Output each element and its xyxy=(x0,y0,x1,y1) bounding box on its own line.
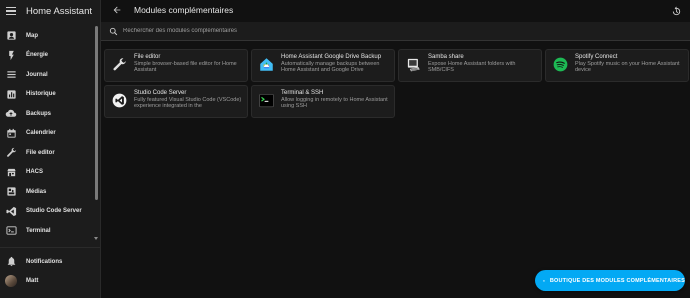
addon-name: Home Assistant Google Drive Backup xyxy=(281,54,382,60)
sidebar-item-energie[interactable]: Énergie xyxy=(0,46,96,66)
scroll-down-icon[interactable] xyxy=(94,237,98,240)
sidebar-item-label: Studio Code Server xyxy=(26,208,82,215)
google-drive-logo xyxy=(260,58,273,71)
search-input[interactable] xyxy=(123,28,423,34)
sidebar-item-label: Backups xyxy=(26,110,52,117)
sidebar-items: Map Énergie Journal Historique Backups C… xyxy=(0,26,96,241)
menu-icon[interactable] xyxy=(6,6,16,16)
store-icon xyxy=(543,279,545,282)
play-box-icon xyxy=(5,186,17,198)
wrench-icon xyxy=(5,147,17,159)
sidebar-item-label: Matt xyxy=(26,278,39,285)
sidebar-item-label: File editor xyxy=(26,149,55,156)
sidebar-item-journal[interactable]: Journal xyxy=(0,65,96,85)
sidebar-item-notifications[interactable]: Notifications xyxy=(0,252,100,272)
refresh-icon[interactable] xyxy=(671,4,682,16)
addon-store-label: BOUTIQUE DES MODULES COMPLÉMENTAIRES xyxy=(549,277,685,284)
addon-description: Simple browser-based file editor for Hom… xyxy=(134,61,237,74)
addon-description: Allow logging in remotely to Home Assist… xyxy=(281,97,388,110)
addon-card-studio-code-server[interactable]: Studio Code Server Fully featured Visual… xyxy=(104,85,248,118)
sidebar-item-label: Journal xyxy=(26,71,48,78)
vscode-logo xyxy=(112,93,127,108)
calendar-icon xyxy=(5,127,17,139)
sidebar-item-label: Médias xyxy=(26,188,47,195)
sidebar-divider xyxy=(0,247,100,248)
console-icon xyxy=(5,225,17,237)
lightning-icon xyxy=(5,49,17,61)
addon-name: Studio Code Server xyxy=(134,90,187,96)
sidebar-title: Home Assistant xyxy=(26,5,92,17)
sidebar-item-backups[interactable]: Backups xyxy=(0,104,96,124)
sidebar-item-file-editor[interactable]: File editor xyxy=(0,143,96,163)
sidebar-item-medias[interactable]: Médias xyxy=(0,182,96,202)
cloud-upload-icon xyxy=(5,108,17,120)
spotify-logo xyxy=(553,57,568,72)
search-bar xyxy=(101,22,690,41)
addon-description: Fully featured Visual Studio Code (VSCod… xyxy=(134,97,242,110)
sidebar-item-historique[interactable]: Historique xyxy=(0,85,96,105)
sidebar-header: Home Assistant xyxy=(0,0,100,22)
sidebar-item-label: Historique xyxy=(26,91,56,98)
addon-name: Terminal & SSH xyxy=(281,90,324,96)
sidebar: Home Assistant Map Énergie Journal Histo… xyxy=(0,0,101,298)
search-icon xyxy=(109,27,118,35)
addon-card-spotify-connect[interactable]: Spotify Connect Play Spotify music on yo… xyxy=(545,49,689,82)
addon-description: Expose Home Assistant folders with SMB/C… xyxy=(428,61,516,74)
sidebar-item-map[interactable]: Map xyxy=(0,26,96,46)
back-arrow-icon[interactable] xyxy=(111,4,123,16)
addon-card-google-drive-backup[interactable]: Home Assistant Google Drive Backup Autom… xyxy=(251,49,395,82)
addon-name: Samba share xyxy=(428,54,464,60)
vscode-icon xyxy=(5,205,17,217)
top-bar: Modules complémentaires xyxy=(101,0,690,20)
addon-store-button[interactable]: BOUTIQUE DES MODULES COMPLÉMENTAIRES xyxy=(535,270,685,291)
addon-card-samba-share[interactable]: Samba share Expose Home Assistant folder… xyxy=(398,49,542,82)
sidebar-item-label: Map xyxy=(26,32,38,39)
addon-name: File editor xyxy=(134,54,161,60)
addon-name: Spotify Connect xyxy=(575,54,618,60)
format-list-icon xyxy=(5,69,17,81)
sidebar-item-studio-code-server[interactable]: Studio Code Server xyxy=(0,202,96,222)
bell-icon xyxy=(5,256,17,268)
sidebar-item-calendrier[interactable]: Calendrier xyxy=(0,124,96,144)
addon-description: Automatically manage backups between Hom… xyxy=(281,61,380,74)
hacs-icon xyxy=(5,166,17,178)
addon-card-file-editor[interactable]: File editor Simple browser-based file ed… xyxy=(104,49,248,82)
terminal-logo xyxy=(259,93,274,108)
sidebar-item-profile[interactable]: Matt xyxy=(0,272,100,292)
sidebar-item-terminal[interactable]: Terminal xyxy=(0,221,96,241)
avatar xyxy=(5,275,17,288)
sidebar-item-label: Notifications xyxy=(26,258,63,265)
page-title: Modules complémentaires xyxy=(134,5,234,15)
sidebar-item-hacs[interactable]: HACS xyxy=(0,163,96,183)
addon-description: Play Spotify music on your Home Assistan… xyxy=(575,61,680,74)
sidebar-item-label: Terminal xyxy=(26,227,51,234)
addon-card-terminal-ssh[interactable]: Terminal & SSH Allow logging in remotely… xyxy=(251,85,395,118)
sidebar-item-label: Calendrier xyxy=(26,130,56,137)
chart-box-icon xyxy=(5,88,17,100)
account-box-icon xyxy=(5,30,17,42)
sidebar-item-label: HACS xyxy=(26,169,44,176)
samba-logo xyxy=(407,58,420,72)
app-root: Home Assistant Map Énergie Journal Histo… xyxy=(0,0,690,298)
file-editor-logo xyxy=(113,58,126,71)
sidebar-item-label: Énergie xyxy=(26,52,49,59)
sidebar-bottom: Notifications Matt xyxy=(0,252,100,291)
sidebar-scrollbar[interactable] xyxy=(95,26,98,200)
